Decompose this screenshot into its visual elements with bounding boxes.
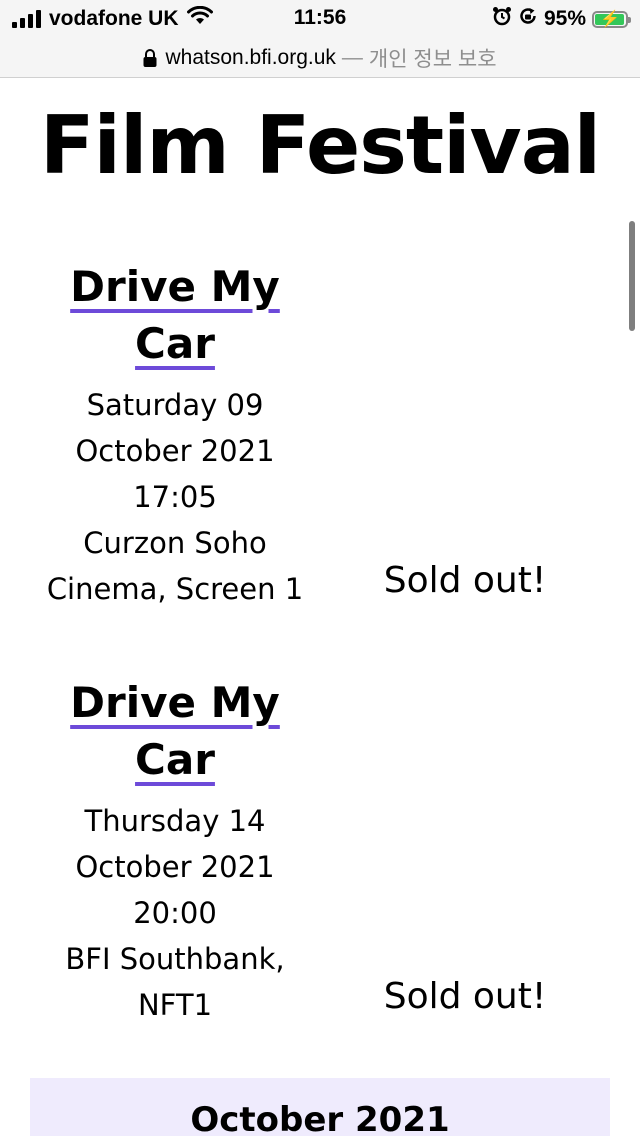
screening-day: Thursday 14 xyxy=(84,804,266,838)
venue-line-1: Curzon Soho xyxy=(83,526,267,560)
film-info: Drive My Car Thursday 14 October 2021 20… xyxy=(30,674,320,1028)
availability-status: Sold out! xyxy=(383,560,547,601)
url-bar[interactable]: whatson.bfi.org.uk — 개인 정보 보호 xyxy=(0,38,640,78)
film-info: Drive My Car Saturday 09 October 2021 17… xyxy=(30,258,320,612)
battery-percent: 95% xyxy=(543,7,586,30)
status-right: 95% ⚡ xyxy=(492,6,631,32)
page-content: Film Festival Drive My Car Saturday 09 O… xyxy=(0,78,640,1136)
screening-details: Thursday 14 October 2021 20:00 BFI South… xyxy=(30,798,320,1028)
orientation-lock-icon xyxy=(518,6,538,32)
alarm-icon xyxy=(492,6,512,32)
screening-details: Saturday 09 October 2021 17:05 Curzon So… xyxy=(30,382,320,612)
lock-icon xyxy=(143,48,157,67)
screening-time: 17:05 xyxy=(133,480,217,514)
charging-bolt-icon: ⚡ xyxy=(600,10,620,28)
film-title-link[interactable]: Drive My Car xyxy=(70,678,280,784)
venue-line-2: Cinema, Screen 1 xyxy=(46,572,304,606)
venue-line-1: BFI Southbank, xyxy=(65,942,285,976)
month-header-label: October 2021 xyxy=(190,1100,450,1136)
screening-day: Saturday 09 xyxy=(86,388,264,422)
url-separator: — xyxy=(341,45,363,69)
venue-line-2: NFT1 xyxy=(137,988,213,1022)
url-host: whatson.bfi.org.uk xyxy=(165,45,336,69)
screening-month-year: October 2021 xyxy=(75,434,275,468)
scrollbar[interactable] xyxy=(629,221,635,331)
privacy-label: 개인 정보 보호 xyxy=(368,47,497,71)
film-title-link[interactable]: Drive My Car xyxy=(70,262,280,368)
battery-icon: ⚡ xyxy=(592,10,631,28)
page-title: Film Festival xyxy=(39,99,601,192)
screening-time: 20:00 xyxy=(133,896,217,930)
screening-month-year: October 2021 xyxy=(75,850,275,884)
status-bar: vodafone UK 11:56 95% ⚡ xyxy=(0,0,640,38)
availability-status: Sold out! xyxy=(383,976,547,1017)
month-header: October 2021 xyxy=(30,1078,610,1136)
